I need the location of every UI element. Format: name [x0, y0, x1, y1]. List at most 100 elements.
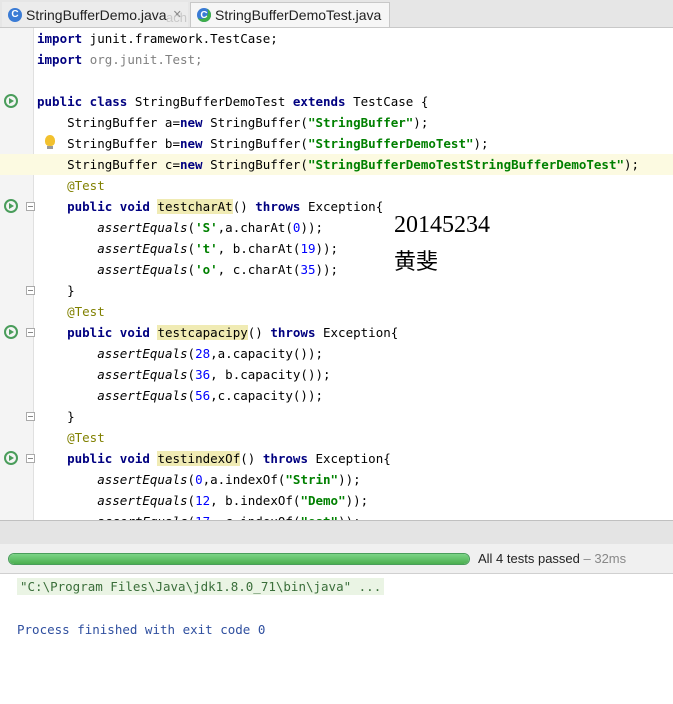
fold-toggle-icon[interactable]	[26, 202, 35, 211]
code-line[interactable]: import junit.framework.TestCase;	[0, 28, 673, 49]
code-text: assertEquals(0,a.indexOf("Strin"));	[37, 471, 361, 488]
code-token: StringBuffer(	[202, 157, 308, 172]
code-line[interactable]: }	[0, 406, 673, 427]
code-token: @Test	[37, 430, 105, 445]
code-line[interactable]: assertEquals('o', c.charAt(35));	[0, 259, 673, 280]
test-progress-fill	[9, 554, 469, 564]
code-text: public void testcapacipy() throws Except…	[37, 324, 398, 341]
code-token: StringBuffer c=	[37, 157, 180, 172]
code-token: StringBuffer(	[202, 115, 308, 130]
code-token: 19	[300, 241, 316, 256]
code-token: testcapacipy	[157, 325, 248, 340]
tab-stringbufferdemo[interactable]: C StringBufferDemo.java ✕	[2, 2, 188, 27]
code-token: "StringBufferDemoTest"	[307, 136, 474, 151]
code-text: public class StringBufferDemoTest extend…	[37, 93, 428, 110]
tab-stringbufferdemotest[interactable]: C StringBufferDemoTest.java	[190, 2, 390, 27]
code-token: new	[180, 157, 203, 172]
code-text: import junit.framework.TestCase;	[37, 30, 278, 47]
fold-toggle-icon[interactable]	[26, 286, 35, 295]
test-result-summary: All 4 tests passed – 32ms	[478, 551, 626, 566]
tab-label: StringBufferDemo.java	[26, 6, 167, 23]
code-token: (	[187, 493, 196, 508]
console-command-line[interactable]: "C:\Program Files\Java\jdk1.8.0_71\bin\j…	[17, 578, 385, 595]
code-token: StringBuffer a=	[37, 115, 180, 130]
code-token: (	[187, 220, 196, 235]
code-token: ));	[338, 472, 361, 487]
code-token: assertEquals	[97, 346, 188, 361]
code-line[interactable]: assertEquals('S',a.charAt(0));	[0, 217, 673, 238]
student-name: 黄斐	[394, 250, 439, 275]
test-progress-bar	[8, 553, 470, 565]
code-text: assertEquals(36, b.capacity());	[37, 366, 331, 383]
run-test-icon[interactable]	[4, 451, 18, 465]
code-line[interactable]: import org.junit.Test;	[0, 49, 673, 70]
code-line[interactable]: assertEquals(12, b.indexOf("Demo"));	[0, 490, 673, 511]
code-token: ));	[345, 493, 369, 508]
code-token: (	[187, 367, 196, 382]
run-console[interactable]: "C:\Program Files\Java\jdk1.8.0_71\bin\j…	[0, 575, 673, 704]
code-token: (	[187, 262, 196, 277]
code-line[interactable]: StringBuffer c=new StringBuffer("StringB…	[0, 154, 673, 175]
code-line[interactable]: StringBuffer b=new StringBuffer("StringB…	[0, 133, 673, 154]
code-token: 0	[195, 472, 203, 487]
code-token: ()	[247, 325, 271, 340]
code-token: (	[187, 346, 196, 361]
code-line[interactable]: StringBuffer a=new StringBuffer("StringB…	[0, 112, 673, 133]
code-text: public void testcharAt() throws Exceptio…	[37, 198, 383, 215]
code-line[interactable]: public void testcapacipy() throws Except…	[0, 322, 673, 343]
code-line[interactable]: @Test	[0, 427, 673, 448]
code-line[interactable]: public void testindexOf() throws Excepti…	[0, 448, 673, 469]
code-line[interactable]: }	[0, 280, 673, 301]
code-token: public void	[67, 451, 150, 466]
code-token: , b.indexOf(	[210, 493, 301, 508]
fold-toggle-icon[interactable]	[26, 454, 35, 463]
code-text: public void testindexOf() throws Excepti…	[37, 450, 391, 467]
code-token: , c.charAt(	[217, 262, 301, 277]
code-token: 56	[195, 388, 211, 403]
code-line[interactable]	[0, 70, 673, 91]
test-duration: – 32ms	[579, 551, 627, 566]
code-token: 28	[195, 346, 211, 361]
code-token: ,a.charAt(	[217, 220, 293, 235]
code-editor[interactable]: import junit.framework.TestCase; import o…	[0, 28, 673, 520]
code-token: 36	[195, 367, 211, 382]
code-token: new	[180, 136, 203, 151]
code-token: ()	[240, 451, 263, 466]
console-exit-line: Process finished with exit code 0	[17, 622, 266, 637]
code-token: "Strin"	[285, 472, 339, 487]
run-test-icon[interactable]	[4, 325, 18, 339]
code-token: extends	[292, 94, 346, 109]
code-line[interactable]: assertEquals(17, c.indexOf("est"));	[0, 511, 673, 520]
code-line[interactable]: assertEquals(0,a.indexOf("Strin"));	[0, 469, 673, 490]
code-line[interactable]: assertEquals(28,a.capacity());	[0, 343, 673, 364]
code-line[interactable]: public class StringBufferDemoTest extend…	[0, 91, 673, 112]
code-token: throws	[255, 199, 301, 214]
code-line[interactable]: assertEquals(56,c.capacity());	[0, 385, 673, 406]
panel-divider[interactable]	[0, 520, 673, 544]
code-line[interactable]: @Test	[0, 301, 673, 322]
fold-toggle-icon[interactable]	[26, 412, 35, 421]
run-test-icon[interactable]	[4, 199, 18, 213]
test-result-label: All 4 tests passed	[478, 551, 580, 566]
code-line[interactable]: public void testcharAt() throws Exceptio…	[0, 196, 673, 217]
code-token: Exception{	[300, 199, 384, 214]
run-test-icon[interactable]	[4, 94, 18, 108]
code-token: assertEquals	[97, 241, 188, 256]
code-text: assertEquals(28,a.capacity());	[37, 345, 323, 362]
code-line[interactable]: assertEquals(36, b.capacity());	[0, 364, 673, 385]
code-token: , b.capacity());	[210, 367, 331, 382]
code-token: throws	[270, 325, 316, 340]
code-token: "StringBuffer"	[307, 115, 414, 130]
fold-toggle-icon[interactable]	[26, 328, 35, 337]
code-line[interactable]: @Test	[0, 175, 673, 196]
code-text: StringBuffer b=new StringBuffer("StringB…	[37, 135, 488, 152]
test-status-bar: All 4 tests passed – 32ms	[0, 544, 673, 574]
code-line[interactable]: assertEquals('t', b.charAt(19));	[0, 238, 673, 259]
